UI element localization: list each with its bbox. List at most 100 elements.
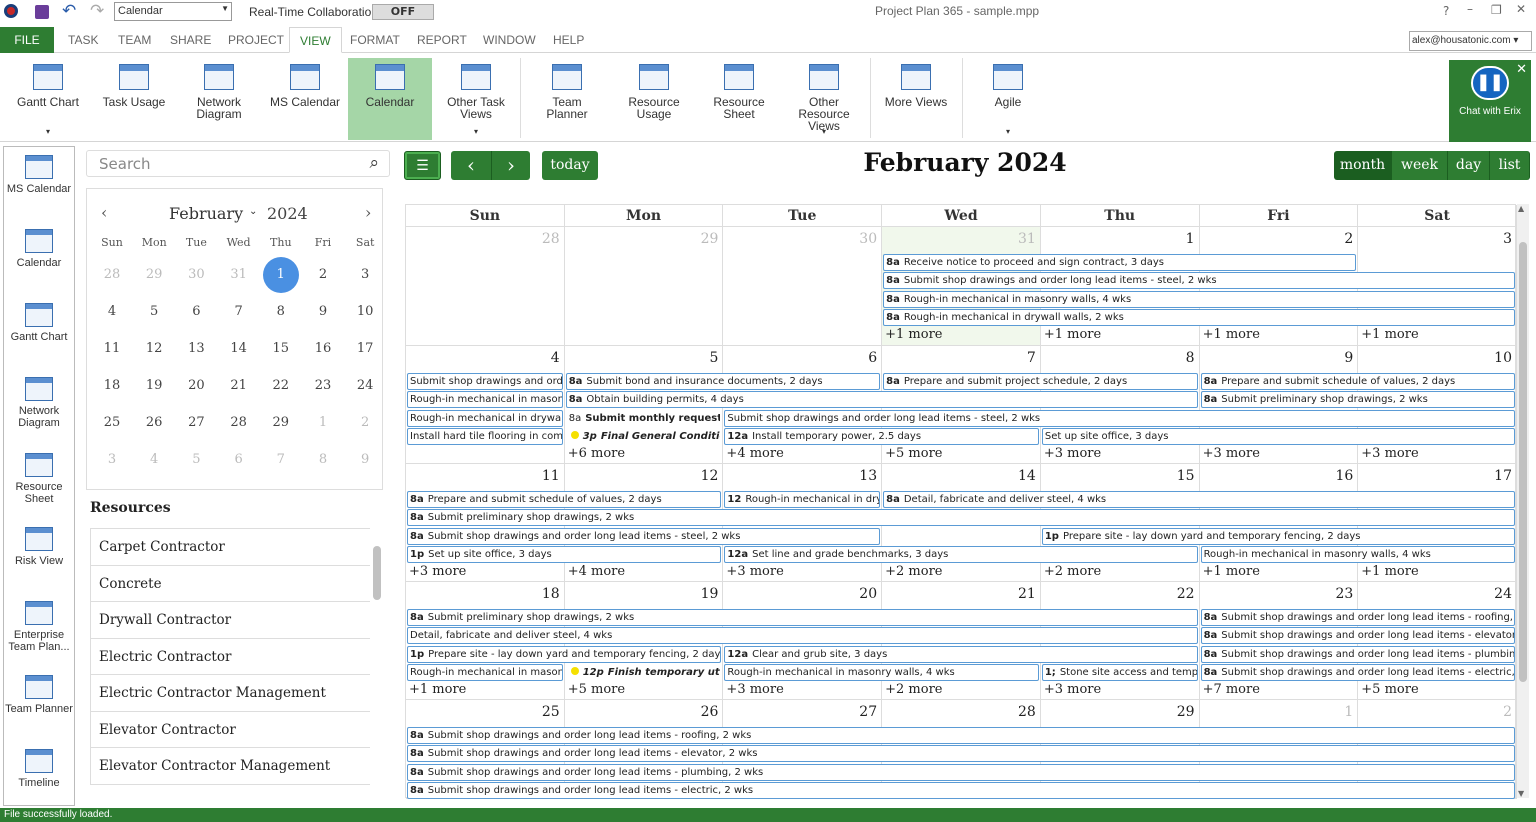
mini-day[interactable]: 16 <box>302 341 344 356</box>
maximize-button[interactable]: ❐ <box>1491 3 1502 17</box>
event-bar[interactable]: 8a Submit shop drawings and order long le… <box>407 781 1515 799</box>
mini-day[interactable]: 8 <box>260 304 302 319</box>
ribbon-more-views-button[interactable]: More Views <box>874 58 958 140</box>
event-bar[interactable]: 8aSubmit monthly requests for payment <box>565 409 722 427</box>
event-bar[interactable]: 8a Submit shop drawings and order long le… <box>407 727 1515 744</box>
tab-report[interactable]: REPORT <box>407 27 477 53</box>
tab-file[interactable]: FILE <box>0 27 54 53</box>
day-cell[interactable]: 29 <box>564 227 724 346</box>
more-events-link[interactable]: +2 more <box>882 564 942 579</box>
event-bar[interactable]: 8a Submit shop drawings and order long le… <box>407 763 1515 781</box>
event-bar[interactable]: 1p Set up site office, 3 days <box>407 545 722 563</box>
resources-scrollbar[interactable] <box>372 530 382 790</box>
more-events-link[interactable]: +1 more <box>882 327 942 342</box>
ribbon-ms-calendar-button[interactable]: MS Calendar <box>263 58 347 140</box>
mini-day[interactable]: 29 <box>133 267 175 282</box>
chat-with-erix-button[interactable]: ❚❚ Chat with Erix ✕ <box>1449 60 1531 142</box>
viewbar-resource-sheet[interactable]: Resource Sheet <box>4 453 74 505</box>
event-bar[interactable]: 12a Install temporary power, 2.5 days <box>724 427 1039 445</box>
event-bar[interactable]: 8a Prepare and submit schedule of values,… <box>1200 373 1515 390</box>
event-bar[interactable]: Rough-in mechanical in masonry walls, 4 … <box>407 663 563 681</box>
more-events-link[interactable]: +1 more <box>1358 327 1418 342</box>
ribbon-gantt-chart-button[interactable]: Gantt Chart ▾ <box>0 58 96 140</box>
event-bar[interactable]: Rough-in mechanical in masonry walls, 4 … <box>1200 545 1515 563</box>
event-bar[interactable]: 8a Submit shop drawings and order long le… <box>1200 627 1515 645</box>
more-events-link[interactable]: +3 more <box>1200 446 1260 461</box>
more-events-link[interactable]: +5 more <box>565 682 625 697</box>
event-bar[interactable]: 8a Submit shop drawings and order long le… <box>1200 645 1515 663</box>
event-bar[interactable]: 8a Obtain building permits, 4 days <box>565 391 1198 409</box>
tab-share[interactable]: SHARE <box>160 27 221 53</box>
more-events-link[interactable]: +3 more <box>723 682 783 697</box>
minimize-button[interactable]: – <box>1467 2 1473 16</box>
redo-icon[interactable]: ↷ <box>90 1 104 21</box>
view-month-button[interactable]: month <box>1334 151 1392 180</box>
mini-day[interactable]: 15 <box>260 341 302 356</box>
milestone-event[interactable]: 12pFinish temporary utilities <box>565 663 722 681</box>
mini-day[interactable]: 17 <box>344 341 386 356</box>
tab-project[interactable]: PROJECT <box>218 27 294 53</box>
event-bar[interactable]: 8a Submit shop drawings and order long le… <box>407 745 1515 763</box>
mini-day[interactable]: 8 <box>302 452 344 467</box>
viewbar-network-diagram[interactable]: Network Diagram <box>4 377 74 429</box>
more-events-link[interactable]: +3 more <box>1041 446 1101 461</box>
event-bar[interactable]: Install hard tile flooring in common are… <box>407 427 563 445</box>
more-events-link[interactable]: +5 more <box>882 446 942 461</box>
mini-day[interactable]: 19 <box>133 378 175 393</box>
more-events-link[interactable]: +3 more <box>406 564 466 579</box>
viewbar-timeline[interactable]: Timeline <box>4 749 74 789</box>
mini-day[interactable]: 24 <box>344 378 386 393</box>
mini-day[interactable]: 1 <box>262 257 299 293</box>
event-bar[interactable]: Rough-in mechanical in masonry walls, 4 … <box>724 663 1039 681</box>
event-bar[interactable]: 1;Stone site access and temporary parkin… <box>1041 663 1198 681</box>
viewbar-calendar[interactable]: Calendar <box>4 229 74 269</box>
ribbon-network-diagram-button[interactable]: Network Diagram <box>177 58 261 140</box>
event-bar[interactable]: Rough-in mechanical in drywall walls, 2 … <box>407 409 563 427</box>
event-bar[interactable]: 8a Submit shop drawings and order long le… <box>883 272 1515 290</box>
mini-day[interactable]: 7 <box>260 452 302 467</box>
event-bar[interactable]: 8a Rough-in mechanical in drywall walls, … <box>883 308 1515 326</box>
more-events-link[interactable]: +1 more <box>1358 564 1418 579</box>
resource-item[interactable]: Elevator Contractor Management <box>90 748 370 785</box>
event-bar[interactable]: 8a Submit preliminary shop drawings, 2 wk… <box>407 509 1515 527</box>
event-bar[interactable]: 8a Submit preliminary shop drawings, 2 wk… <box>1200 391 1515 409</box>
day-cell[interactable]: 30 <box>723 227 883 346</box>
mini-day[interactable]: 27 <box>175 415 217 430</box>
account-select[interactable]: alex@housatonic.com ▾ <box>1409 31 1532 51</box>
menu-button[interactable]: ☰ <box>404 151 441 180</box>
mini-day[interactable]: 28 <box>218 415 260 430</box>
more-events-link[interactable]: +3 more <box>1041 682 1101 697</box>
mini-day[interactable]: 25 <box>91 415 133 430</box>
view-select[interactable]: Calendar ▼ <box>114 2 232 21</box>
tab-window[interactable]: WINDOW <box>473 27 546 53</box>
ribbon-resource-sheet-button[interactable]: Resource Sheet <box>696 58 782 140</box>
mini-day[interactable]: 22 <box>260 378 302 393</box>
event-bar[interactable]: Set up site office, 3 days <box>1041 427 1515 445</box>
tab-format[interactable]: FORMAT <box>340 27 410 53</box>
ribbon-agile-button[interactable]: Agile ▾ <box>966 58 1050 140</box>
event-bar[interactable]: 12Rough-in mechanical in drywall walls, … <box>724 491 881 508</box>
event-bar[interactable]: 8a Prepare and submit project schedule, 2… <box>883 373 1198 390</box>
next-button[interactable]: › <box>491 151 530 180</box>
save-icon[interactable] <box>35 5 49 19</box>
more-events-link[interactable]: +1 more <box>1200 327 1260 342</box>
mini-day[interactable]: 5 <box>175 452 217 467</box>
mini-day[interactable]: 4 <box>91 304 133 319</box>
viewbar-enterprise-team-plan-[interactable]: Enterprise Team Plan... <box>4 601 74 653</box>
mini-prev-button[interactable]: ‹ <box>101 203 107 222</box>
more-events-link[interactable]: +2 more <box>1041 564 1101 579</box>
event-bar[interactable]: 12a Set line and grade benchmarks, 3 days <box>724 545 1198 563</box>
resource-item[interactable]: Electric Contractor Management <box>90 675 370 712</box>
event-bar[interactable]: 12a Clear and grub site, 3 days <box>724 645 1198 663</box>
mini-day[interactable]: 20 <box>175 378 217 393</box>
more-events-link[interactable]: +4 more <box>723 446 783 461</box>
mini-day[interactable]: 3 <box>344 267 386 282</box>
mini-day[interactable]: 13 <box>175 341 217 356</box>
resource-item[interactable]: Carpet Contractor <box>90 529 370 566</box>
event-bar[interactable]: 8a Prepare and submit schedule of values,… <box>407 491 722 508</box>
ribbon-other-resource-views-button[interactable]: Other Resource Views ▾ <box>782 58 866 140</box>
ribbon-calendar-button[interactable]: Calendar <box>348 58 432 140</box>
event-bar[interactable]: Submit shop drawings and order long lead… <box>407 373 563 390</box>
tab-view[interactable]: VIEW <box>289 27 342 53</box>
more-events-link[interactable]: +3 more <box>723 564 783 579</box>
